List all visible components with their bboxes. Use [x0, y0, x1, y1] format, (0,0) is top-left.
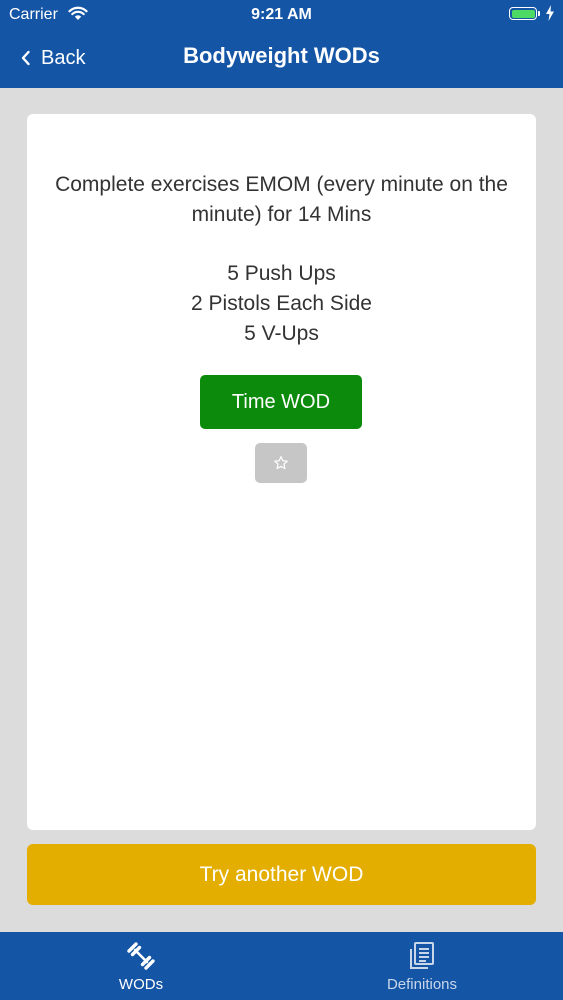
- battery-icon: [509, 7, 537, 20]
- tab-wods[interactable]: WODs: [61, 932, 221, 1000]
- tab-bar: WODs Definitions: [0, 932, 563, 1000]
- documents-icon: [410, 942, 434, 969]
- status-time: 9:21 AM: [251, 6, 312, 23]
- tab-label: WODs: [118, 976, 164, 993]
- tab-label: Definitions: [386, 976, 458, 993]
- tab-definitions[interactable]: Definitions: [342, 932, 502, 1000]
- battery-cap: [538, 11, 540, 16]
- dumbbell-icon: [127, 942, 155, 970]
- favorite-button[interactable]: [255, 443, 307, 483]
- exercise-item: 2 Pistols Each Side: [191, 292, 372, 315]
- time-wod-button[interactable]: Time WOD: [200, 375, 362, 429]
- exercise-item: 5 V-Ups: [244, 322, 319, 345]
- workout-card: Complete exercises EMOM (every minute on…: [27, 114, 536, 830]
- charging-bolt-icon: [546, 5, 554, 21]
- star-outline-icon: [274, 456, 288, 470]
- status-bar: Carrier 9:21 AM: [0, 0, 563, 30]
- workout-description: Complete exercises EMOM (every minute on…: [55, 173, 508, 226]
- page-title: Bodyweight WODs: [183, 43, 380, 68]
- navigation-bar: Carrier 9:21 AM Back Bodyweight WODs: [0, 0, 563, 88]
- exercise-list: 5 Push Ups 2 Pistols Each Side 5 V-Ups: [47, 259, 516, 349]
- exercise-item: 5 Push Ups: [227, 262, 336, 285]
- try-another-wod-button[interactable]: Try another WOD: [27, 844, 536, 905]
